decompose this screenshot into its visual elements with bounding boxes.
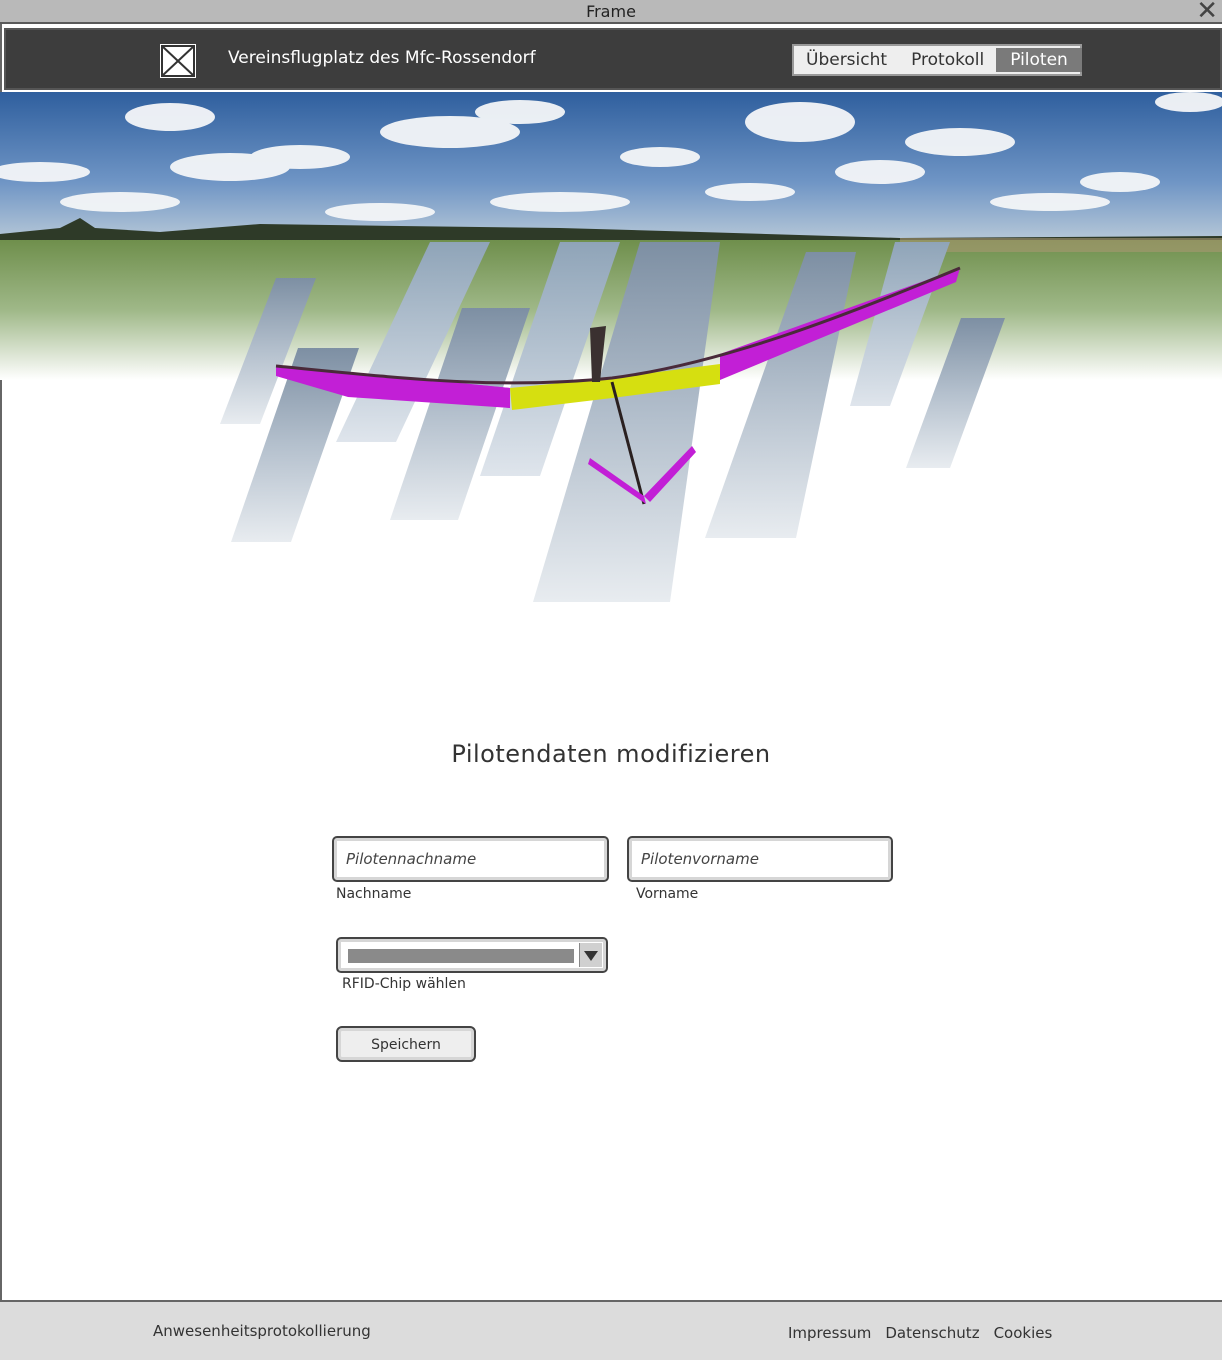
- nav-item-protokoll[interactable]: Protokoll: [899, 46, 996, 74]
- page-title: Pilotendaten modifizieren: [451, 740, 771, 768]
- lastname-label: Nachname: [336, 886, 412, 902]
- footer-link-cookies[interactable]: Cookies: [994, 1324, 1053, 1342]
- window-titlebar: Frame ✕: [0, 0, 1222, 24]
- chevron-down-icon[interactable]: [579, 943, 602, 967]
- close-icon[interactable]: ✕: [1196, 0, 1218, 24]
- firstname-input-box: [627, 836, 893, 882]
- site-header: Vereinsflugplatz des Mfc-Rossendorf Über…: [4, 28, 1222, 90]
- footer-link-datenschutz[interactable]: Datenschutz: [885, 1324, 979, 1342]
- window-title: Frame: [586, 2, 636, 21]
- site-title[interactable]: Vereinsflugplatz des Mfc-Rossendorf: [228, 48, 536, 68]
- rfid-label: RFID-Chip wählen: [342, 976, 466, 992]
- site-footer: Anwesenheitsprotokollierung Impressum Da…: [0, 1300, 1222, 1360]
- lastname-input[interactable]: [344, 844, 597, 874]
- lastname-input-box: [332, 836, 609, 882]
- firstname-label: Vorname: [636, 886, 699, 902]
- save-button[interactable]: Speichern: [336, 1026, 476, 1062]
- hero-image: [0, 92, 1222, 612]
- main-nav: Übersicht Protokoll Piloten: [792, 44, 1082, 76]
- nav-item-uebersicht[interactable]: Übersicht: [794, 46, 899, 74]
- nav-item-piloten[interactable]: Piloten: [996, 48, 1082, 72]
- firstname-input[interactable]: [639, 844, 881, 874]
- footer-links: Impressum Datenschutz Cookies: [788, 1324, 1052, 1342]
- footer-link-impressum[interactable]: Impressum: [788, 1324, 871, 1342]
- rfid-select[interactable]: [336, 937, 608, 973]
- footer-brand: Anwesenheitsprotokollierung: [153, 1322, 371, 1340]
- rfid-select-value: [348, 949, 574, 963]
- image-placeholder-icon[interactable]: [160, 44, 196, 78]
